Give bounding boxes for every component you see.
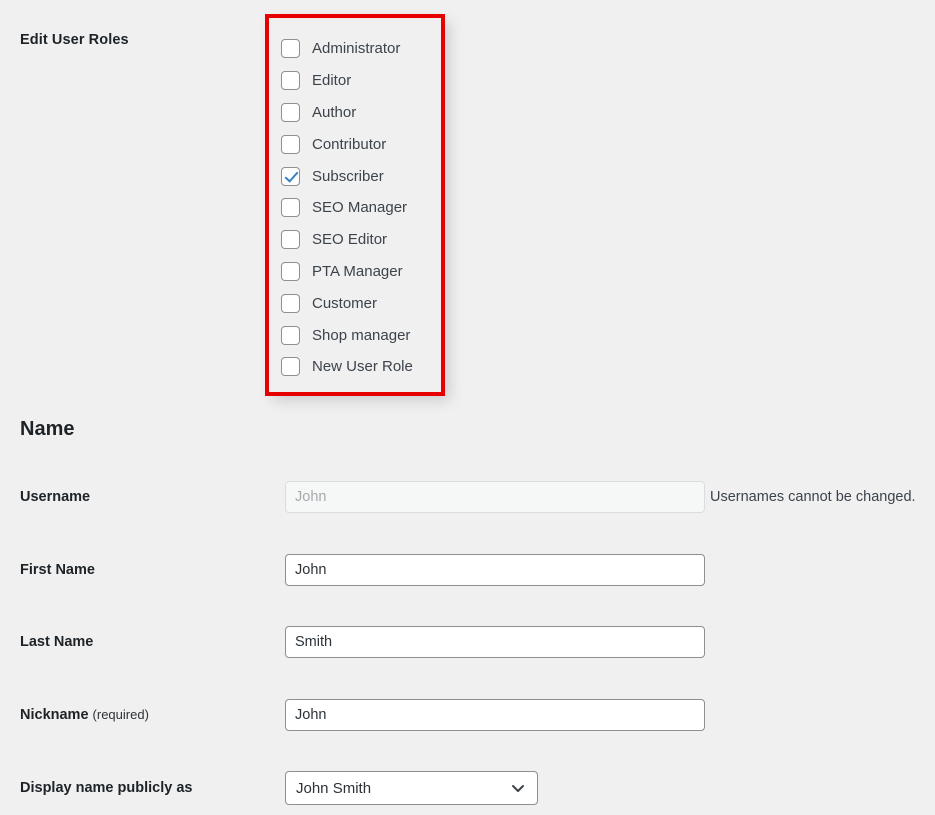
nickname-label: Nickname (required) [20, 707, 149, 723]
role-label: Administrator [312, 40, 401, 58]
username-input[interactable] [285, 481, 705, 513]
role-label: Editor [312, 72, 352, 90]
first-name-input[interactable] [285, 554, 705, 586]
role-label: Author [312, 103, 357, 121]
nickname-row: Nickname (required) [0, 699, 935, 731]
nickname-input[interactable] [285, 699, 705, 731]
checkbox-unchecked-icon[interactable] [281, 261, 300, 281]
user-roles-checkbox-list: Administrator Editor Author Contributor Subs… [267, 16, 443, 394]
last-name-row: Last Name [0, 626, 935, 658]
last-name-label: Last Name [20, 634, 94, 650]
nickname-required-note: (required) [92, 707, 149, 722]
role-label: SEO Editor [312, 231, 388, 249]
role-checkbox-item[interactable]: Shop manager [281, 319, 443, 351]
checkbox-unchecked-icon[interactable] [281, 71, 300, 91]
role-label: Subscriber [312, 167, 384, 185]
role-checkbox-item[interactable]: Customer [281, 287, 443, 319]
last-name-input[interactable] [285, 626, 705, 658]
checkbox-unchecked-icon[interactable] [281, 102, 300, 122]
nickname-label-text: Nickname [20, 707, 89, 723]
checkbox-unchecked-icon[interactable] [281, 357, 300, 377]
role-checkbox-item[interactable]: Contributor [281, 128, 443, 160]
role-checkbox-item[interactable]: SEO Manager [281, 192, 443, 224]
first-name-label: First Name [20, 562, 95, 578]
role-checkbox-item[interactable]: New User Role [281, 351, 443, 383]
role-checkbox-item[interactable]: Author [281, 97, 443, 129]
role-label: Customer [312, 294, 378, 312]
edit-user-roles-label: Edit User Roles [20, 32, 129, 48]
checkbox-unchecked-icon[interactable] [281, 198, 300, 218]
checkbox-checked-icon[interactable] [281, 166, 300, 186]
username-row: Username Usernames cannot be changed. [0, 481, 935, 513]
display-name-row: Display name publicly as John Smith [0, 771, 935, 805]
role-checkbox-item[interactable]: Administrator [281, 33, 443, 65]
checkbox-unchecked-icon[interactable] [281, 325, 300, 345]
username-helper-text: Usernames cannot be changed. [710, 489, 916, 505]
display-name-label: Display name publicly as [20, 780, 193, 796]
role-label: SEO Manager [312, 199, 408, 217]
role-label: New User Role [312, 358, 413, 376]
role-checkbox-item[interactable]: Editor [281, 65, 443, 97]
role-label: Shop manager [312, 326, 411, 344]
checkbox-unchecked-icon[interactable] [281, 293, 300, 313]
role-label: Contributor [312, 135, 387, 153]
role-checkbox-item[interactable]: PTA Manager [281, 256, 443, 288]
role-checkbox-item[interactable]: Subscriber [281, 160, 443, 192]
checkbox-unchecked-icon[interactable] [281, 39, 300, 59]
name-section-heading: Name [20, 418, 75, 440]
edit-user-roles-row: Edit User Roles Administrator Editor Autho… [0, 0, 935, 400]
role-label: PTA Manager [312, 262, 403, 280]
first-name-row: First Name [0, 554, 935, 586]
role-checkbox-item[interactable]: SEO Editor [281, 224, 443, 256]
checkbox-unchecked-icon[interactable] [281, 230, 300, 250]
display-name-select[interactable]: John Smith [285, 771, 538, 805]
username-label: Username [20, 489, 91, 505]
checkbox-unchecked-icon[interactable] [281, 134, 300, 154]
